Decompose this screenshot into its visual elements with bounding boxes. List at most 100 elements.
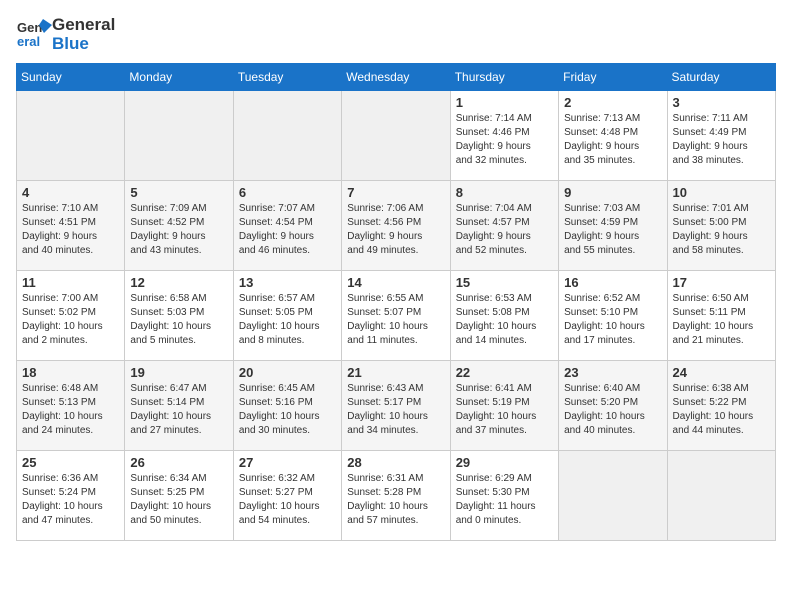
- calendar-day-cell: 22 Sunrise: 6:41 AMSunset: 5:19 PMDayligh…: [450, 361, 558, 451]
- day-info: Sunrise: 7:10 AMSunset: 4:51 PMDaylight:…: [22, 202, 119, 258]
- day-info: Sunrise: 7:14 AMSunset: 4:46 PMDaylight:…: [456, 112, 553, 168]
- day-info: Sunrise: 6:57 AMSunset: 5:05 PMDaylight:…: [239, 292, 336, 348]
- calendar-day-cell: 3 Sunrise: 7:11 AMSunset: 4:49 PMDaylight…: [667, 91, 775, 181]
- day-info: Sunrise: 6:38 AMSunset: 5:22 PMDaylight:…: [673, 382, 770, 438]
- calendar-day-cell: 7 Sunrise: 7:06 AMSunset: 4:56 PMDaylight…: [342, 181, 450, 271]
- calendar-day-cell: 13 Sunrise: 6:57 AMSunset: 5:05 PMDayligh…: [233, 271, 341, 361]
- calendar-day-cell: 23Sunrise: 6:40 AMSunset: 5:20 PMDayligh…: [559, 361, 667, 451]
- day-info: Sunrise: 6:52 AMSunset: 5:10 PMDaylight:…: [564, 292, 661, 348]
- day-info: Sunrise: 6:43 AMSunset: 5:17 PMDaylight:…: [347, 382, 444, 438]
- calendar-day-cell: 11 Sunrise: 7:00 AMSunset: 5:02 PMDayligh…: [17, 271, 125, 361]
- day-info: Sunrise: 6:58 AMSunset: 5:03 PMDaylight:…: [130, 292, 227, 348]
- calendar-day-cell: 24 Sunrise: 6:38 AMSunset: 5:22 PMDayligh…: [667, 361, 775, 451]
- calendar-header-thursday: Thursday: [450, 64, 558, 91]
- calendar-day-cell: 29Sunrise: 6:29 AMSunset: 5:30 PMDayligh…: [450, 451, 558, 541]
- calendar-header-wednesday: Wednesday: [342, 64, 450, 91]
- calendar-table: SundayMondayTuesdayWednesdayThursdayFrid…: [16, 63, 776, 541]
- calendar-day-cell: 27 Sunrise: 6:32 AMSunset: 5:27 PMDayligh…: [233, 451, 341, 541]
- day-number: 18: [22, 365, 119, 380]
- day-number: 24: [673, 365, 770, 380]
- calendar-header-sunday: Sunday: [17, 64, 125, 91]
- day-number: 11: [22, 275, 119, 290]
- day-number: 25: [22, 455, 119, 470]
- calendar-week-row: 4 Sunrise: 7:10 AMSunset: 4:51 PMDaylight…: [17, 181, 776, 271]
- calendar-header-friday: Friday: [559, 64, 667, 91]
- day-info: Sunrise: 7:11 AMSunset: 4:49 PMDaylight:…: [673, 112, 770, 168]
- calendar-header-row: SundayMondayTuesdayWednesdayThursdayFrid…: [17, 64, 776, 91]
- day-number: 10: [673, 185, 770, 200]
- calendar-day-cell: [342, 91, 450, 181]
- calendar-day-cell: 5Sunrise: 7:09 AMSunset: 4:52 PMDaylight…: [125, 181, 233, 271]
- day-number: 14: [347, 275, 444, 290]
- calendar-week-row: 25 Sunrise: 6:36 AMSunset: 5:24 PMDayligh…: [17, 451, 776, 541]
- calendar-week-row: 11 Sunrise: 7:00 AMSunset: 5:02 PMDayligh…: [17, 271, 776, 361]
- day-number: 5: [130, 185, 227, 200]
- day-number: 12: [130, 275, 227, 290]
- day-info: Sunrise: 6:41 AMSunset: 5:19 PMDaylight:…: [456, 382, 553, 438]
- day-number: 1: [456, 95, 553, 110]
- day-info: Sunrise: 7:06 AMSunset: 4:56 PMDaylight:…: [347, 202, 444, 258]
- logo-blue: Blue: [52, 35, 115, 54]
- day-number: 26: [130, 455, 227, 470]
- day-number: 22: [456, 365, 553, 380]
- day-info: Sunrise: 7:03 AMSunset: 4:59 PMDaylight:…: [564, 202, 661, 258]
- day-number: 15: [456, 275, 553, 290]
- logo-icon: Gen eral: [16, 17, 52, 53]
- calendar-day-cell: 26 Sunrise: 6:34 AMSunset: 5:25 PMDayligh…: [125, 451, 233, 541]
- calendar-day-cell: 20 Sunrise: 6:45 AMSunset: 5:16 PMDayligh…: [233, 361, 341, 451]
- logo-container: Gen eral General Blue: [16, 16, 115, 53]
- day-info: Sunrise: 6:29 AMSunset: 5:30 PMDaylight:…: [456, 472, 553, 528]
- calendar-day-cell: 19 Sunrise: 6:47 AMSunset: 5:14 PMDayligh…: [125, 361, 233, 451]
- calendar-day-cell: 16Sunrise: 6:52 AMSunset: 5:10 PMDayligh…: [559, 271, 667, 361]
- calendar-day-cell: 4 Sunrise: 7:10 AMSunset: 4:51 PMDaylight…: [17, 181, 125, 271]
- calendar-day-cell: [125, 91, 233, 181]
- day-info: Sunrise: 7:13 AMSunset: 4:48 PMDaylight:…: [564, 112, 661, 168]
- day-info: Sunrise: 7:07 AMSunset: 4:54 PMDaylight:…: [239, 202, 336, 258]
- day-number: 27: [239, 455, 336, 470]
- day-number: 20: [239, 365, 336, 380]
- calendar-day-cell: 6 Sunrise: 7:07 AMSunset: 4:54 PMDaylight…: [233, 181, 341, 271]
- calendar-day-cell: [17, 91, 125, 181]
- day-info: Sunrise: 6:32 AMSunset: 5:27 PMDaylight:…: [239, 472, 336, 528]
- calendar-day-cell: 12 Sunrise: 6:58 AMSunset: 5:03 PMDayligh…: [125, 271, 233, 361]
- calendar-header-saturday: Saturday: [667, 64, 775, 91]
- calendar-week-row: 18 Sunrise: 6:48 AMSunset: 5:13 PMDayligh…: [17, 361, 776, 451]
- day-number: 21: [347, 365, 444, 380]
- day-info: Sunrise: 6:55 AMSunset: 5:07 PMDaylight:…: [347, 292, 444, 348]
- calendar-header-monday: Monday: [125, 64, 233, 91]
- calendar-day-cell: 9Sunrise: 7:03 AMSunset: 4:59 PMDaylight…: [559, 181, 667, 271]
- day-number: 23: [564, 365, 661, 380]
- day-info: Sunrise: 6:31 AMSunset: 5:28 PMDaylight:…: [347, 472, 444, 528]
- day-info: Sunrise: 6:48 AMSunset: 5:13 PMDaylight:…: [22, 382, 119, 438]
- calendar-day-cell: [667, 451, 775, 541]
- day-info: Sunrise: 6:34 AMSunset: 5:25 PMDaylight:…: [130, 472, 227, 528]
- day-number: 7: [347, 185, 444, 200]
- page-header: Gen eral General Blue: [16, 16, 776, 53]
- day-number: 4: [22, 185, 119, 200]
- day-info: Sunrise: 6:47 AMSunset: 5:14 PMDaylight:…: [130, 382, 227, 438]
- calendar-day-cell: 17 Sunrise: 6:50 AMSunset: 5:11 PMDayligh…: [667, 271, 775, 361]
- calendar-day-cell: 15Sunrise: 6:53 AMSunset: 5:08 PMDayligh…: [450, 271, 558, 361]
- calendar-day-cell: 25 Sunrise: 6:36 AMSunset: 5:24 PMDayligh…: [17, 451, 125, 541]
- calendar-day-cell: [233, 91, 341, 181]
- day-info: Sunrise: 6:50 AMSunset: 5:11 PMDaylight:…: [673, 292, 770, 348]
- day-info: Sunrise: 7:04 AMSunset: 4:57 PMDaylight:…: [456, 202, 553, 258]
- day-info: Sunrise: 7:00 AMSunset: 5:02 PMDaylight:…: [22, 292, 119, 348]
- calendar-day-cell: 2Sunrise: 7:13 AMSunset: 4:48 PMDaylight…: [559, 91, 667, 181]
- day-info: Sunrise: 6:45 AMSunset: 5:16 PMDaylight:…: [239, 382, 336, 438]
- day-info: Sunrise: 7:01 AMSunset: 5:00 PMDaylight:…: [673, 202, 770, 258]
- day-info: Sunrise: 6:36 AMSunset: 5:24 PMDaylight:…: [22, 472, 119, 528]
- day-number: 28: [347, 455, 444, 470]
- day-number: 3: [673, 95, 770, 110]
- calendar-day-cell: 14 Sunrise: 6:55 AMSunset: 5:07 PMDayligh…: [342, 271, 450, 361]
- svg-text:eral: eral: [17, 34, 40, 49]
- calendar-day-cell: 28 Sunrise: 6:31 AMSunset: 5:28 PMDayligh…: [342, 451, 450, 541]
- calendar-body: 1 Sunrise: 7:14 AMSunset: 4:46 PMDaylight…: [17, 91, 776, 541]
- logo-general: General: [52, 16, 115, 35]
- day-number: 19: [130, 365, 227, 380]
- day-number: 17: [673, 275, 770, 290]
- day-number: 6: [239, 185, 336, 200]
- logo: Gen eral General Blue: [16, 16, 115, 53]
- day-number: 13: [239, 275, 336, 290]
- calendar-day-cell: 21 Sunrise: 6:43 AMSunset: 5:17 PMDayligh…: [342, 361, 450, 451]
